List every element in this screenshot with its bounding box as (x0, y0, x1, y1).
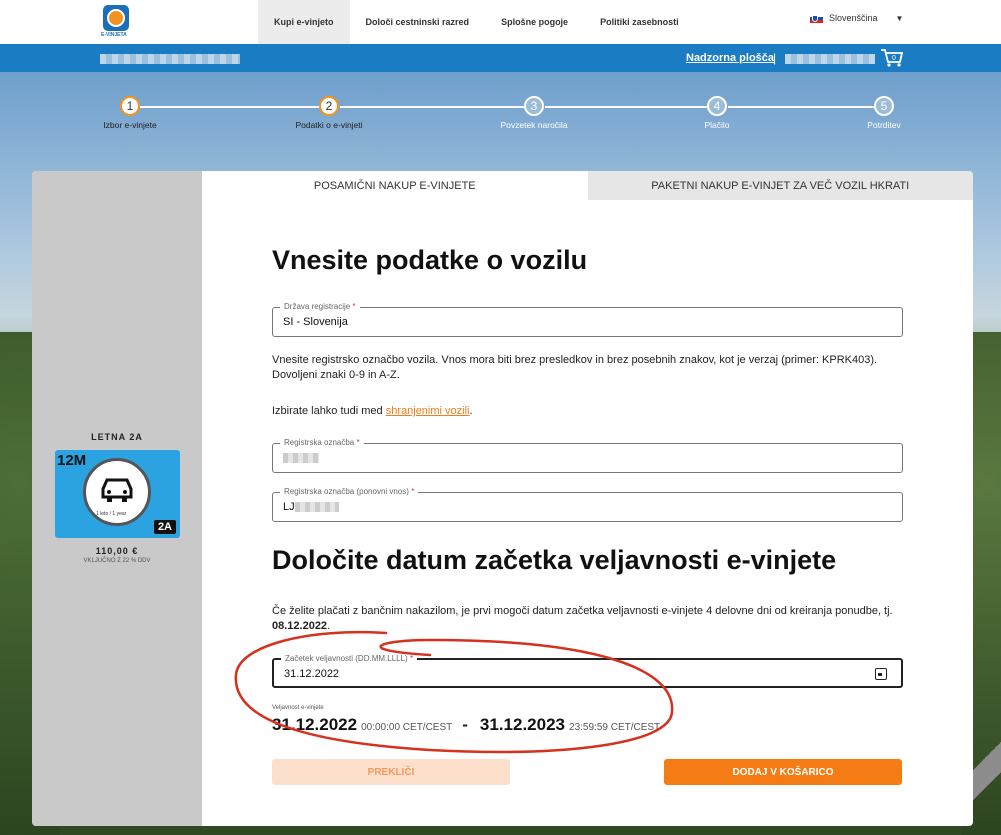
validity-heading: Določite datum začetka veljavnosti e-vin… (272, 545, 837, 575)
step-1: 1 Izbor e-vinjete (80, 96, 180, 130)
vignette-subtitle: 1 leto / 1 year (96, 511, 127, 517)
cart-icon[interactable]: 0 (880, 48, 904, 68)
vehicle-heading: Vnesite podatke o vozilu (272, 245, 588, 275)
dashboard-link[interactable]: Nadzorna plošča (686, 52, 774, 64)
start-date-input[interactable]: Začetek veljavnosti (DD.MM.LLLL) * 31.12… (272, 654, 903, 688)
vignette-emblem: 1 leto / 1 year (83, 458, 151, 526)
top-navigation: E-VINJETA Kupi e-vinjeto Določi cestnins… (0, 0, 1001, 44)
vignette-period: 12M (57, 452, 87, 469)
car-icon (101, 478, 133, 502)
step-3: 3 Povzetek naročila (484, 96, 584, 130)
blurred-account-name[interactable] (785, 54, 875, 64)
validity-range: 31.12.2022 00:00:00 CET/CEST -31.12.2023 23… (272, 715, 661, 734)
valid-to-time: 23:59:59 CET/CEST (569, 722, 661, 733)
plate-input[interactable]: Registrska označba * (272, 438, 903, 473)
add-to-cart-button[interactable]: DODAJ V KOŠARICO (664, 759, 902, 785)
validity-label: Veljavnost e-vinjete (272, 705, 324, 711)
saved-vehicles-note: Izbirate lahko tudi med shranjenimi vozi… (272, 405, 473, 417)
blurred-plate (283, 453, 319, 464)
cancel-button[interactable]: PREKLIČI (272, 759, 510, 785)
evinjeta-logo[interactable] (103, 5, 129, 31)
vignette-summary-sidebar: LETNA 2A 12M 1 leto / 1 year 2A 110,00 €… (32, 171, 202, 826)
tab-single-purchase[interactable]: POSAMIČNI NAKUP E-VINJETE (202, 171, 588, 200)
language-label: Slovenščina (829, 13, 878, 23)
valid-from-time: 00:00:00 CET/CEST (361, 722, 453, 733)
logo-text: E-VINJETA (101, 32, 127, 38)
bank-transfer-note: Če želite plačati z bančnim nakazilom, j… (272, 605, 893, 632)
purchase-card: LETNA 2A 12M 1 leto / 1 year 2A 110,00 €… (32, 171, 973, 826)
vat-note: VKLJUČNO Z 22 % DDV (83, 558, 151, 564)
plate-instructions: Vnesite registrsko označbo vozila. Vnos … (272, 354, 878, 381)
saved-vehicles-link[interactable]: shranjenimi vozili (386, 405, 470, 417)
calendar-icon[interactable] (875, 668, 887, 680)
vignette-type-title: LETNA 2A (91, 432, 143, 442)
user-bar: Nadzorna plošča | 0 (0, 44, 1001, 72)
main-menu: Kupi e-vinjeto Določi cestninski razred … (258, 0, 695, 44)
vignette-image: 12M 1 leto / 1 year 2A (55, 450, 180, 538)
vignette-class: 2A (153, 520, 176, 534)
cart-count: 0 (892, 55, 896, 62)
vignette-price: 110,00 € (95, 546, 139, 556)
separator: | (773, 51, 777, 65)
nav-buy-vignette[interactable]: Kupi e-vinjeto (258, 0, 350, 44)
purchase-tabs: POSAMIČNI NAKUP E-VINJETE PAKETNI NAKUP … (202, 171, 973, 200)
language-selector[interactable]: Slovenščina ▼ (810, 13, 903, 23)
checkout-steps: 1 Izbor e-vinjete 2 Podatki o e-vinjeti … (0, 96, 1001, 136)
step-4: 4 Plačilo (667, 96, 767, 130)
step-2: 2 Podatki o e-vinjeti (279, 96, 379, 130)
nav-toll-class[interactable]: Določi cestninski razred (350, 0, 486, 44)
nav-terms[interactable]: Splošne pogoje (485, 0, 584, 44)
plate-repeat-input[interactable]: Registrska označba (ponovni vnos) * LJ (272, 487, 903, 522)
country-select[interactable]: Država registracije * SI - Slovenija (272, 302, 903, 337)
bank-date: 08.12.2022 (272, 620, 328, 632)
tab-bulk-purchase[interactable]: PAKETNI NAKUP E-VINJET ZA VEČ VOZIL HKRA… (587, 171, 973, 200)
valid-to-date: 31.12.2023 (479, 715, 566, 734)
start-date-value: 31.12.2022 (284, 668, 340, 680)
nav-privacy[interactable]: Politiki zasebnosti (584, 0, 695, 44)
plate-repeat-value: LJ (283, 501, 295, 513)
blurred-plate-repeat (294, 502, 339, 513)
slovenia-flag-icon (810, 13, 823, 23)
blurred-user-info (100, 54, 240, 64)
caret-down-icon: ▼ (895, 13, 904, 23)
valid-from-date: 31.12.2022 (272, 715, 358, 734)
country-value: SI - Slovenija (283, 316, 348, 328)
step-5: 5 Potrditev (834, 96, 934, 130)
